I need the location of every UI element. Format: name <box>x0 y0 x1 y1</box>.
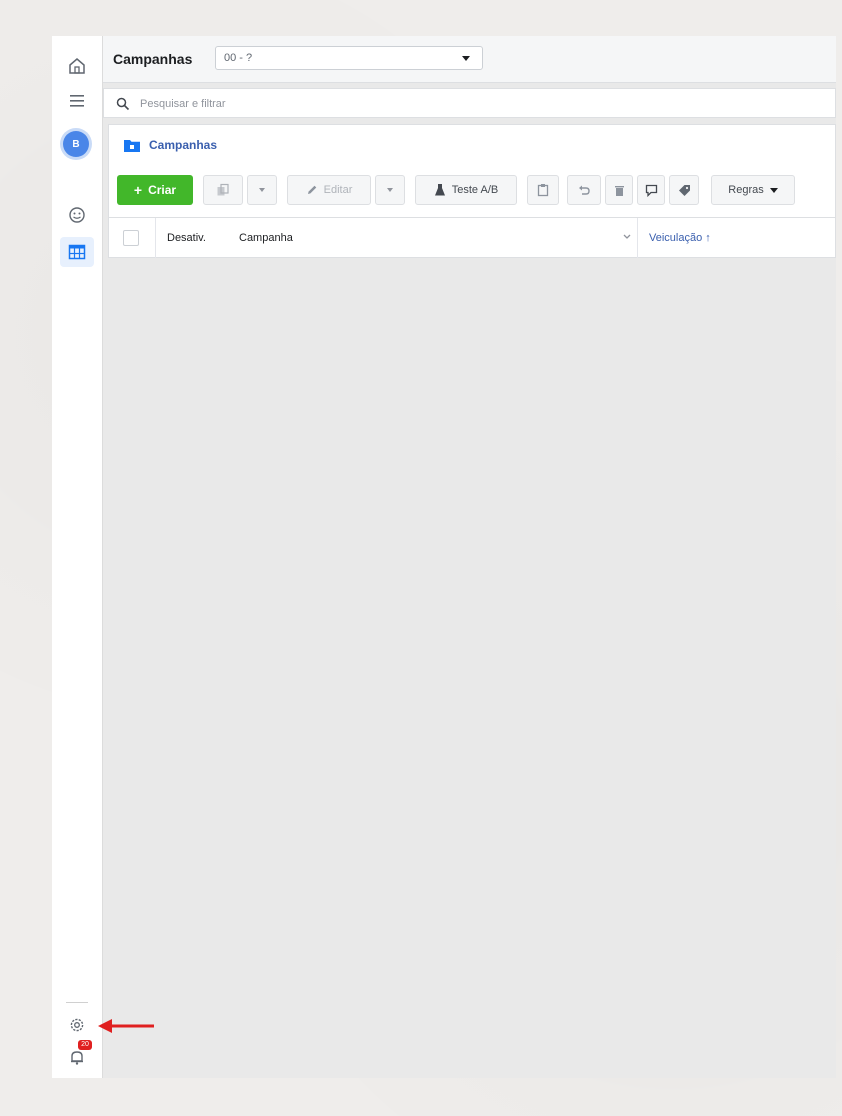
copy-button[interactable] <box>527 175 559 205</box>
column-divider <box>637 218 638 258</box>
pencil-icon <box>307 185 316 194</box>
settings-button[interactable] <box>60 1010 94 1040</box>
home-button[interactable] <box>60 51 94 81</box>
chevron-down-icon[interactable] <box>623 234 631 240</box>
duplicate-button[interactable] <box>203 175 243 205</box>
insights-button[interactable] <box>60 200 94 230</box>
tag-icon <box>678 184 690 196</box>
chevron-down-icon <box>259 188 265 192</box>
bell-icon <box>71 1051 83 1065</box>
delete-button[interactable] <box>605 175 633 205</box>
account-avatar[interactable]: B <box>63 131 89 157</box>
nav-rail: B 20 <box>52 36 103 1078</box>
toolbar: + Criar Editar Teste A/B Regras <box>117 175 833 205</box>
undo-button[interactable] <box>567 175 601 205</box>
home-icon <box>69 58 85 74</box>
duplicate-dropdown-button[interactable] <box>247 175 277 205</box>
table-body-empty <box>108 258 836 1078</box>
create-button[interactable]: + Criar <box>117 175 193 205</box>
select-all-checkbox[interactable] <box>123 230 139 246</box>
search-icon <box>116 97 130 111</box>
gear-icon <box>70 1018 84 1032</box>
duplicate-icon <box>217 183 229 196</box>
column-header-campaign[interactable]: Campanha <box>239 232 293 244</box>
table-header-row: Desativ. Campanha Veiculação ↑ <box>109 217 835 258</box>
folder-icon <box>124 140 140 152</box>
edit-button-label: Editar <box>323 184 353 196</box>
account-dropdown[interactable]: 00 - ? <box>215 46 483 70</box>
column-header-off-on[interactable]: Desativ. <box>167 232 206 244</box>
ab-test-button[interactable]: Teste A/B <box>415 175 517 205</box>
campaigns-table-button[interactable] <box>60 237 94 267</box>
trash-icon <box>614 185 624 196</box>
edit-dropdown-button[interactable] <box>375 175 405 205</box>
clipboard-icon <box>537 184 549 197</box>
page-header: Campanhas 00 - ? <box>103 36 836 83</box>
breadcrumb-label: Campanhas <box>149 138 218 152</box>
search-input[interactable] <box>138 94 542 114</box>
account-dropdown-value: 00 - ? <box>224 52 253 64</box>
tag-button[interactable] <box>669 175 699 205</box>
table-grid-icon <box>68 244 86 260</box>
ab-test-button-label: Teste A/B <box>451 184 499 196</box>
comment-button[interactable] <box>637 175 665 205</box>
plus-icon: + <box>133 182 143 198</box>
ads-manager-window: B 20 Campanhas 00 - ? Pesquisar e filtra… <box>52 36 836 1078</box>
edit-button[interactable]: Editar <box>287 175 371 205</box>
rules-dropdown-button[interactable]: Regras <box>711 175 795 205</box>
notification-badge: 20 <box>78 1040 92 1050</box>
rail-divider <box>66 1002 88 1003</box>
page-title: Campanhas <box>113 51 193 67</box>
breadcrumb[interactable]: Campanhas <box>123 137 217 153</box>
campaigns-panel: Campanhas + Criar Editar Teste A/B Regra… <box>108 124 836 258</box>
avatar-initial: B <box>72 138 80 150</box>
chevron-down-icon <box>462 56 470 61</box>
annotation-arrow-icon <box>98 1019 154 1033</box>
speech-bubble-icon <box>645 184 657 197</box>
chevron-down-icon <box>387 188 393 192</box>
flask-icon <box>434 184 445 196</box>
smiley-icon <box>69 207 85 223</box>
undo-icon <box>579 185 590 195</box>
create-button-label: Criar <box>148 183 177 197</box>
column-header-delivery[interactable]: Veiculação ↑ <box>649 232 711 244</box>
column-divider <box>155 218 156 258</box>
notifications-button[interactable]: 20 <box>60 1040 94 1072</box>
search-bar <box>103 88 836 118</box>
rules-button-label: Regras <box>728 184 764 196</box>
menu-button[interactable] <box>60 86 94 116</box>
chevron-down-icon <box>769 187 778 193</box>
hamburger-menu-icon <box>70 95 84 107</box>
